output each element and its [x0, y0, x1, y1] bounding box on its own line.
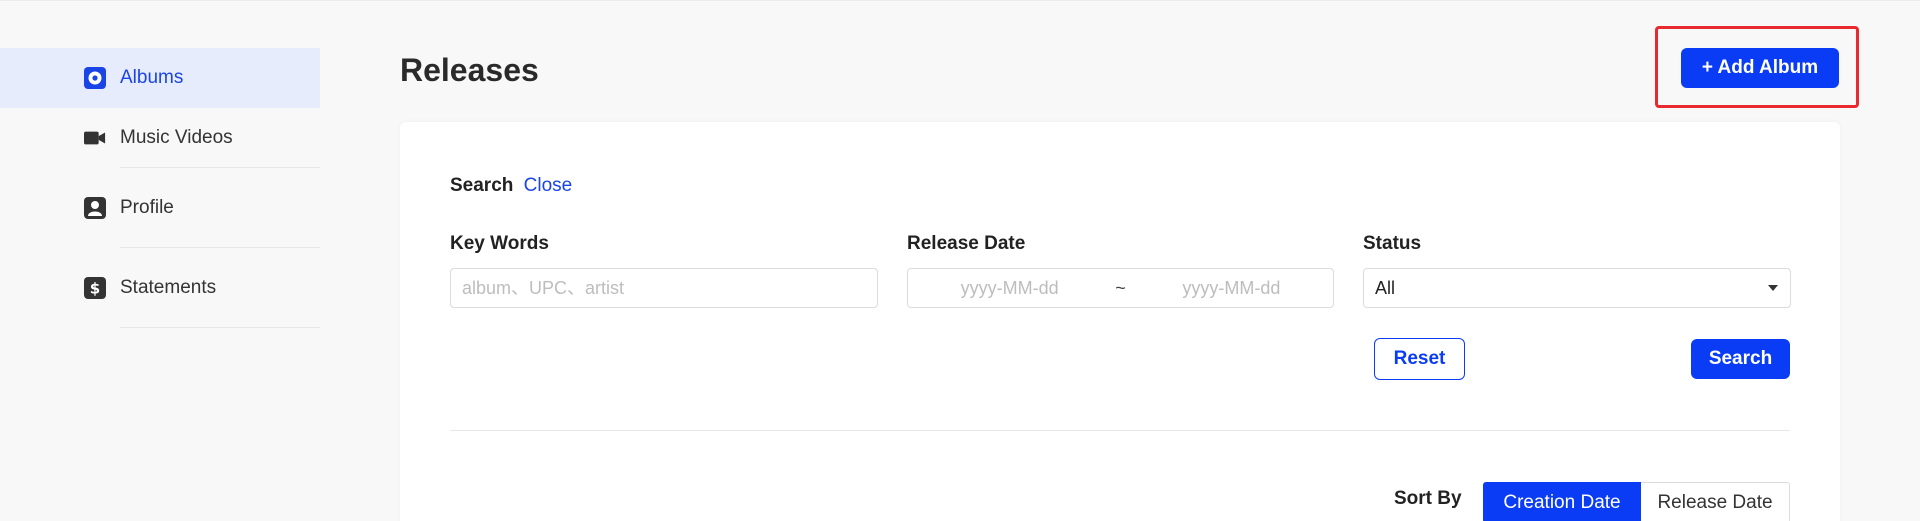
sidebar-item-music-videos[interactable]: Music Videos: [0, 108, 320, 168]
sidebar-item-albums[interactable]: Albums: [0, 48, 320, 108]
search-heading: Search: [450, 175, 514, 196]
release-date-range: ~: [907, 268, 1334, 308]
page-title: Releases: [400, 52, 539, 88]
sidebar-item-label: Albums: [120, 67, 184, 88]
section-divider: [450, 430, 1790, 431]
sidebar-item-label: Profile: [120, 197, 174, 218]
sort-toggle: Creation Date Release Date: [1483, 482, 1790, 521]
caret-down-icon: [1768, 285, 1778, 291]
disc-icon: [84, 67, 106, 89]
keywords-field: [450, 268, 878, 308]
video-camera-icon: [84, 127, 106, 149]
add-album-button[interactable]: + Add Album: [1681, 48, 1839, 88]
sidebar-item-label: Statements: [120, 277, 217, 298]
date-range-separator: ~: [1115, 277, 1126, 298]
svg-text:$: $: [90, 280, 100, 298]
sidebar-item-statements[interactable]: $ Statements: [0, 248, 320, 328]
sidebar: Albums Music Videos Profile $ Statements: [0, 48, 320, 328]
search-button[interactable]: Search: [1691, 339, 1790, 379]
reset-button[interactable]: Reset: [1374, 338, 1465, 380]
start-date-input[interactable]: [908, 269, 1112, 307]
sidebar-item-profile[interactable]: Profile: [0, 168, 320, 248]
top-divider: [0, 0, 1920, 1]
search-card: Search Close Key Words Release Date ~ St…: [400, 122, 1840, 521]
status-label: Status: [1363, 233, 1422, 254]
sidebar-item-label: Music Videos: [120, 127, 233, 148]
status-selected-value: All: [1375, 277, 1396, 298]
sort-by-label: Sort By: [1394, 488, 1462, 509]
close-search-link[interactable]: Close: [524, 175, 573, 196]
end-date-input[interactable]: [1129, 269, 1333, 307]
sort-option-release-date[interactable]: Release Date: [1641, 482, 1790, 521]
dollar-icon: $: [84, 277, 106, 299]
keywords-input[interactable]: [451, 269, 877, 307]
status-select[interactable]: All: [1363, 268, 1791, 308]
search-header: Search Close: [450, 175, 572, 197]
sort-option-creation-date[interactable]: Creation Date: [1483, 482, 1641, 521]
release-date-label: Release Date: [907, 233, 1026, 254]
keywords-label: Key Words: [450, 233, 549, 254]
profile-icon: [84, 197, 106, 219]
